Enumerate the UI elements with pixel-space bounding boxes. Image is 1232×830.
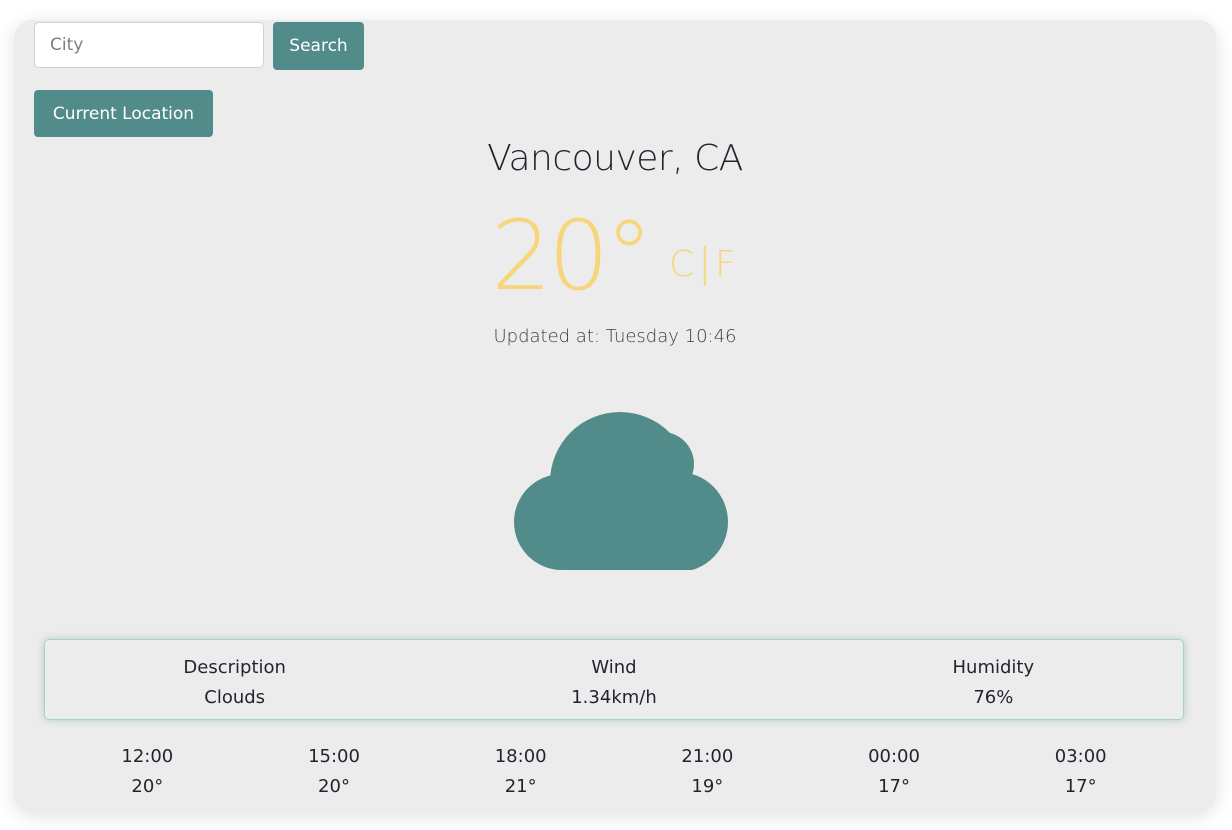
detail-wind: Wind 1.34km/h: [424, 640, 803, 719]
forecast-time: 03:00: [1054, 746, 1107, 767]
forecast-item: 12:00 20°: [54, 742, 241, 802]
forecast-temp: 20°: [131, 776, 164, 797]
forecast-temp: 20°: [318, 776, 350, 797]
celsius-link[interactable]: C: [669, 244, 694, 285]
forecast-temp: 17°: [1064, 776, 1097, 797]
forecast-time: 18:00: [494, 746, 547, 767]
forecast-item: 15:00 20°: [241, 742, 428, 802]
current-location-button[interactable]: Current Location: [34, 90, 213, 137]
forecast-item: 18:00 21°: [427, 742, 614, 802]
forecast-temp: 17°: [878, 776, 910, 797]
updated-at-text: Updated at: Tuesday 10:46: [493, 326, 737, 347]
city-name: Vancouver, CA: [487, 138, 743, 179]
city-search-input[interactable]: [34, 22, 264, 68]
detail-value: 1.34km/h: [571, 687, 657, 708]
detail-label: Description: [183, 657, 286, 678]
forecast-item: 21:00 19°: [614, 742, 801, 802]
unit-separator: |: [698, 240, 712, 286]
hourly-forecast: 12:00 20° 15:00 20° 18:00 21° 21:00 19° …: [54, 742, 1174, 802]
forecast-time: 00:00: [868, 746, 920, 767]
forecast-time: 15:00: [308, 746, 360, 767]
detail-value: Clouds: [204, 687, 266, 708]
forecast-time: 21:00: [681, 746, 734, 767]
forecast-temp: 21°: [504, 776, 537, 797]
forecast-item: 00:00 17°: [801, 742, 988, 802]
detail-label: Humidity: [952, 657, 1035, 678]
forecast-item: 03:00 17°: [987, 742, 1174, 802]
detail-label: Wind: [591, 657, 637, 678]
weather-app-card: Search Current Location Vancouver, CA 20…: [14, 20, 1216, 812]
search-button[interactable]: Search: [273, 22, 364, 70]
weather-details-panel: Description Clouds Wind 1.34km/h Humidit…: [44, 639, 1184, 720]
temperature-value: 20°: [491, 200, 653, 312]
detail-value: 76%: [973, 687, 1014, 708]
forecast-temp: 19°: [691, 776, 724, 797]
cloud-icon: [514, 412, 728, 570]
detail-humidity: Humidity 76%: [804, 640, 1183, 719]
fahrenheit-link[interactable]: F: [715, 244, 736, 285]
detail-description: Description Clouds: [45, 640, 424, 719]
forecast-time: 12:00: [121, 746, 174, 767]
